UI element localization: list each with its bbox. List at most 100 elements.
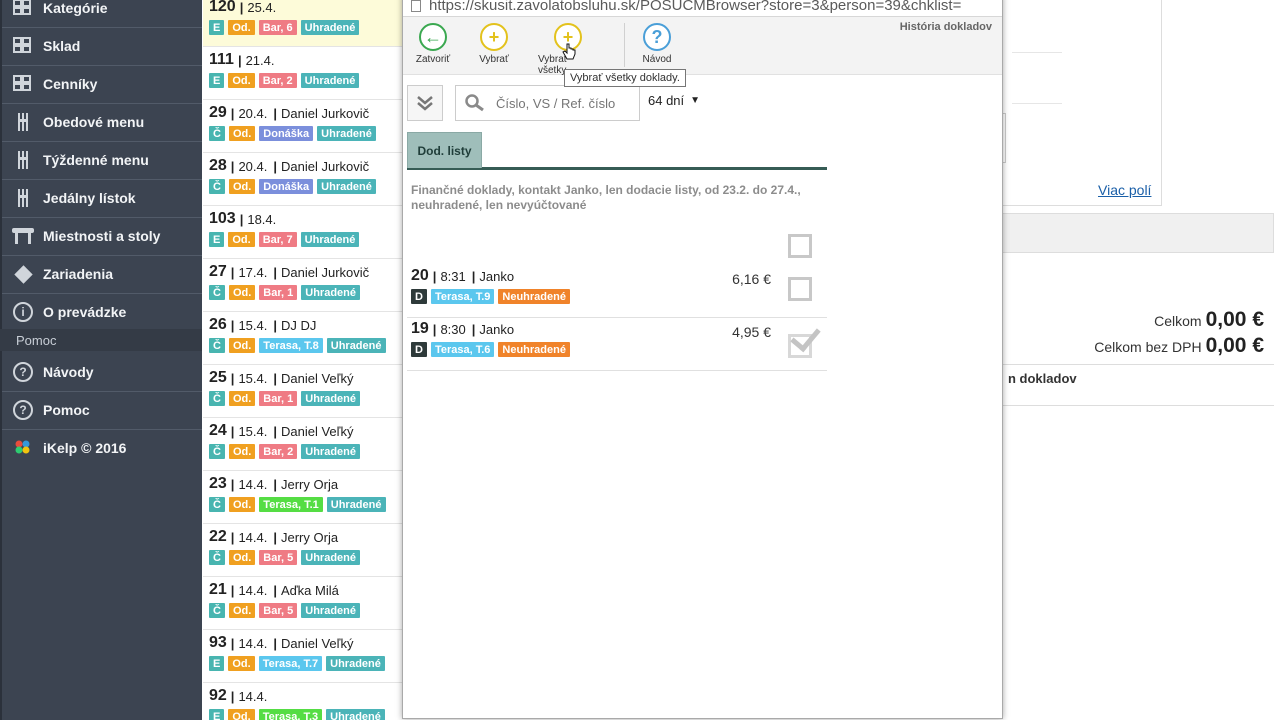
document-header: 27 | 17.4. | Daniel Jurkovič (209, 261, 402, 283)
toolbar-button[interactable]: ← Zatvoriť (403, 23, 463, 65)
document-header: 22 | 14.4. | Jerry Orja (209, 526, 402, 548)
status-badge: Bar, 7 (258, 232, 297, 247)
status-badge: Uhradené (301, 391, 361, 406)
sidebar-help-item[interactable]: ? Pomoc (0, 391, 202, 429)
fork-glyph (16, 189, 30, 207)
filter-description: Finančné doklady, kontakt Janko, len dod… (411, 183, 801, 212)
toolbar-button[interactable]: ? Návod (627, 23, 687, 65)
separator: | (237, 52, 242, 68)
sidebar-item[interactable]: Cenníky (0, 65, 202, 103)
status-badge: Od. (228, 20, 255, 35)
status-badge: Terasa, T.6 (430, 342, 495, 357)
ikelp-logo-glyph (15, 440, 30, 454)
status-badge: Č (209, 550, 225, 565)
sidebar-help-item[interactable]: ? Návody (0, 353, 202, 391)
document-row[interactable]: 111 | 21.4. E Od. Bar, 2 Uhradené (203, 47, 402, 100)
sidebar-item[interactable]: Obedové menu (0, 103, 202, 141)
document-row[interactable]: 27 | 17.4. | Daniel Jurkovič Č Od. Bar, 1 Uhrade… (203, 259, 402, 312)
sidebar: Kategórie Sklad Cenníky Obedové menu Týždenn… (0, 0, 202, 720)
sidebar-item[interactable]: Miestnosti a stoly (0, 217, 202, 255)
document-time: 8:30 (440, 321, 466, 337)
expand-filters-button[interactable] (407, 85, 443, 121)
status-badge: Uhradené (301, 603, 361, 618)
separator: | (273, 635, 277, 651)
toolbar-button[interactable]: + Vybrať (464, 23, 524, 65)
document-number: 93 (209, 634, 227, 651)
sidebar-item[interactable]: Zariadenia (0, 255, 202, 293)
separator: | (471, 268, 476, 284)
document-number: 19 (411, 320, 429, 337)
tag-row: E Od. Terasa, T.7 Uhradené (209, 656, 402, 671)
document-date: 14.4. (238, 688, 268, 704)
sidebar-item[interactable]: i O prevádzke (0, 293, 202, 331)
document-row[interactable]: 21 | 14.4. | Aďka Milá Č Od. Bar, 5 Uhradené (203, 577, 402, 630)
document-row[interactable]: 24 | 15.4. | Daniel Veľký Č Od. Bar, 2 Uhradené (203, 418, 402, 471)
document-contact: Daniel Jurkovič (281, 105, 370, 121)
document-checkbox[interactable] (788, 277, 812, 301)
search-box[interactable] (455, 85, 640, 121)
document-number: 26 (209, 316, 227, 333)
document-row[interactable]: 25 | 15.4. | Daniel Veľký Č Od. Bar, 1 Uhradené (203, 365, 402, 418)
double-chevron-down-icon (417, 96, 433, 111)
total-novat-value: 0,00 € (1205, 334, 1264, 357)
status-badge: E (209, 73, 225, 88)
fork-glyph (16, 151, 30, 169)
separator: | (273, 370, 277, 386)
sidebar-item[interactable]: Kategórie (0, 0, 202, 27)
document-row[interactable]: 23 | 14.4. | Jerry Orja Č Od. Terasa, T.1 Uhrade… (203, 471, 402, 524)
search-input[interactable] (496, 95, 636, 111)
tag-row: E Od. Terasa, T.3 Uhradené (209, 709, 402, 720)
popup-document-row[interactable]: 19 | 8:30 | Janko D Terasa, T.6 Neuhradené 4,95 … (407, 318, 827, 371)
tab-bar: Dod. listy (407, 132, 827, 170)
select-all-checkbox[interactable] (788, 234, 812, 258)
sidebar-item[interactable]: Týždenné menu (0, 141, 202, 179)
status-badge: Terasa, T.9 (430, 289, 495, 304)
document-number: 29 (209, 104, 227, 121)
document-row[interactable]: 22 | 14.4. | Jerry Orja Č Od. Bar, 5 Uhradené (203, 524, 402, 577)
status-badge: Uhradené (326, 709, 385, 720)
table-icon (12, 225, 34, 247)
status-badge: Od. (228, 444, 256, 459)
document-checkbox-checked[interactable] (788, 334, 812, 358)
summary-header (1002, 213, 1274, 253)
address-bar[interactable]: https://skusit.zavolatobsluhu.sk/POSUCMB… (403, 0, 1002, 17)
document-row[interactable]: 93 | 14.4. | Daniel Veľký E Od. Terasa, T.7 Uhra… (203, 630, 402, 683)
total-novat-label: Celkom bez DPH (1094, 339, 1202, 355)
boxes-icon (12, 35, 34, 57)
total-label: Celkom (1154, 313, 1202, 329)
status-badge: E (209, 232, 225, 247)
document-row[interactable]: 103 | 18.4. E Od. Bar, 7 Uhradené (203, 206, 402, 259)
window-title: História dokladov (899, 21, 992, 33)
sidebar-item-label: Cenníky (43, 76, 98, 92)
status-badge: Donáška (259, 179, 314, 194)
tag-row: Č Od. Bar, 1 Uhradené (209, 285, 402, 300)
boxes-glyph (13, 75, 33, 93)
fork-knife-icon (12, 187, 34, 209)
days-select[interactable]: 64 dní ▼ (648, 93, 700, 108)
tag-row: Č Od. Bar, 2 Uhradené (209, 444, 402, 459)
status-badge: Od. (228, 550, 256, 565)
plus-icon: + (480, 23, 508, 51)
document-row[interactable]: 28 | 20.4. | Daniel Jurkovič Č Od. Donáška Uhrad… (203, 153, 402, 206)
document-row[interactable]: 29 | 20.4. | Daniel Jurkovič Č Od. Donáška Uhrad… (203, 100, 402, 153)
sidebar-item-label: Miestnosti a stoly (43, 228, 161, 244)
popup-document-row[interactable]: 20 | 8:31 | Janko D Terasa, T.9 Neuhradené 6,16 … (407, 265, 827, 318)
tab-delivery-notes[interactable]: Dod. listy (407, 132, 482, 168)
document-number: 120 (209, 0, 236, 15)
toolbar-button-label: Návod (642, 54, 672, 65)
document-row[interactable]: 26 | 15.4. | DJ DJ Č Od. Terasa, T.8 Uhradené (203, 312, 402, 365)
document-row[interactable]: 92 | 14.4. E Od. Terasa, T.3 Uhradené (203, 683, 402, 720)
more-fields-link[interactable]: Viac polí (1098, 182, 1151, 198)
sidebar-item[interactable]: Jedálny lístok (0, 179, 202, 217)
status-badge: Č (209, 444, 225, 459)
question-glyph: ? (13, 362, 33, 382)
document-header: 93 | 14.4. | Daniel Veľký (209, 632, 402, 654)
sidebar-item[interactable]: Sklad (0, 27, 202, 65)
document-header: 25 | 15.4. | Daniel Veľký (209, 367, 402, 389)
mouse-pointer-icon (562, 43, 576, 60)
sidebar-help-item[interactable]: iKelp © 2016 (0, 429, 202, 467)
separator: | (230, 635, 235, 651)
document-row[interactable]: 120 | 25.4. E Od. Bar, 6 Uhradené (203, 0, 402, 47)
document-number: 22 (209, 528, 227, 545)
sidebar-item-label: Návody (43, 364, 94, 380)
